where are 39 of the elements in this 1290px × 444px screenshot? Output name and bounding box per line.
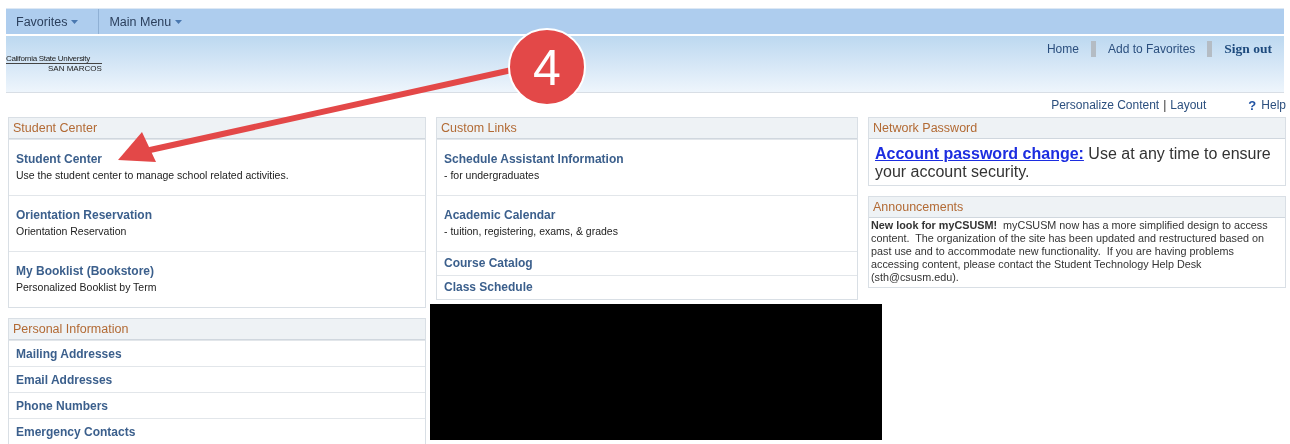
password-link[interactable]: Account password change:	[875, 145, 1084, 162]
menu-button[interactable]: Main Menu	[99, 9, 203, 34]
panel-title: Custom Links	[437, 118, 857, 139]
logo-text: SAN MARCOS	[47, 64, 102, 73]
link[interactable]: My Booklist (Bookstore)	[16, 264, 154, 278]
step-badge: 4	[508, 28, 586, 106]
password-text: Account password change: Use at any time to ensure your account security.	[874, 144, 1272, 182]
link-description: Orientation Reservation	[16, 225, 128, 237]
header-link[interactable]: Sign out	[1212, 41, 1284, 57]
announcement-text: New look for myCSUSM! myCSUSM now has a more simplified design to access content. The organization of the site has been updated and restructured based on past use and to accommodate new functionality. If you are having problems accessing content, please contact the Student Technology Help Desk (sth@csusm.edu).	[870, 218, 1269, 285]
menu-button[interactable]: Favorites	[6, 9, 100, 34]
caret-icon	[71, 19, 79, 24]
logo-text: California State University	[6, 54, 102, 64]
caret-icon	[175, 19, 183, 24]
layout-link[interactable]: Layout	[1170, 98, 1207, 112]
panel-title: Announcements	[869, 197, 1285, 218]
link[interactable]: Mailing Addresses	[16, 347, 122, 361]
link[interactable]: Class Schedule	[444, 280, 533, 294]
header-link[interactable]: Home	[1034, 41, 1096, 57]
link[interactable]: Academic Calendar	[444, 208, 556, 222]
link-description: Personalized Booklist by Term	[16, 281, 158, 293]
link[interactable]: Student Center	[16, 152, 102, 166]
link-description: Use the student center to manage school related activities.	[16, 169, 290, 181]
link[interactable]: Schedule Assistant Information	[444, 152, 624, 166]
help-icon[interactable]: ?	[1248, 97, 1257, 113]
panel-title: Personal Information	[9, 319, 425, 340]
link[interactable]: Emergency Contacts	[16, 425, 136, 439]
help-link[interactable]: Help	[1261, 98, 1286, 112]
link[interactable]: Orientation Reservation	[16, 208, 153, 222]
header-link[interactable]: Add to Favorites	[1095, 41, 1213, 57]
link-description: - for undergraduates	[444, 169, 541, 181]
personalize-link[interactable]: Personalize Content	[1051, 98, 1160, 112]
panel-title: Network Password	[869, 118, 1285, 139]
link[interactable]: Phone Numbers	[16, 399, 108, 413]
link-description: - tuition, registering, exams, & grades	[444, 225, 619, 237]
panel-title: Student Center	[9, 118, 425, 139]
link[interactable]: Email Addresses	[16, 373, 113, 387]
link[interactable]: Course Catalog	[444, 256, 533, 270]
separator: |	[1163, 98, 1167, 112]
